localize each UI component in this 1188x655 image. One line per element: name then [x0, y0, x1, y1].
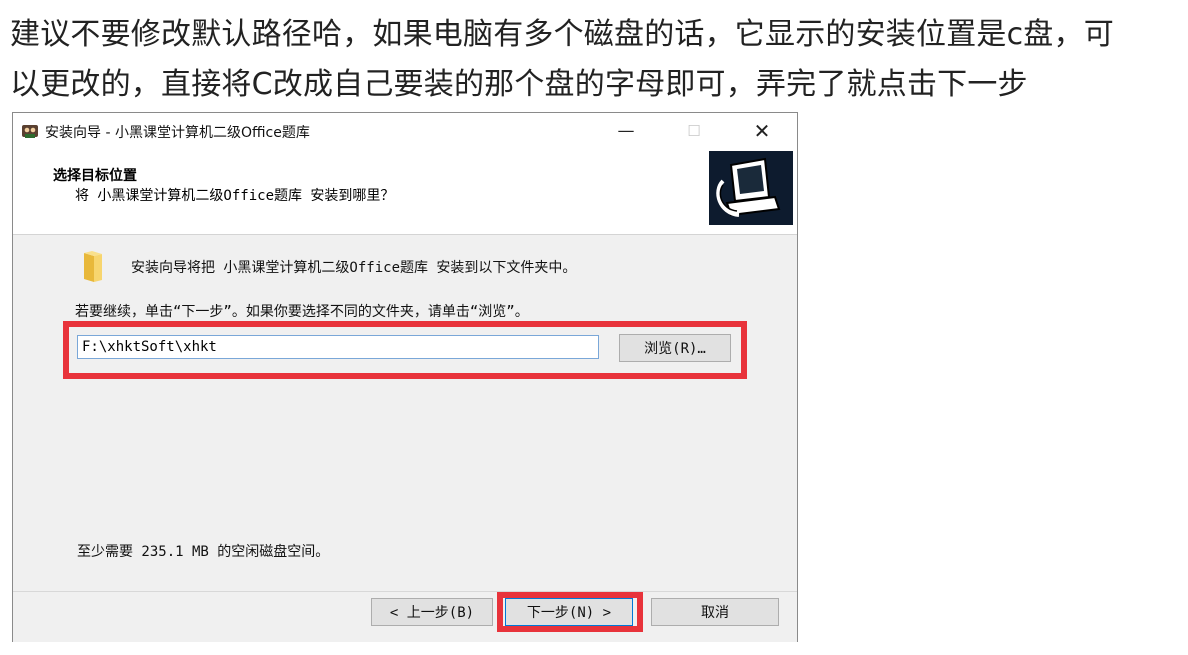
wizard-footer: < 上一步(B) 下一步(N) > 取消	[13, 591, 797, 642]
page-title: 选择目标位置	[53, 168, 137, 184]
title-bar[interactable]: 安装向导 - 小黑课堂计算机二级Office题库 — ☐ ✕	[13, 113, 797, 149]
next-button[interactable]: 下一步(N) >	[505, 598, 633, 626]
close-button[interactable]: ✕	[739, 113, 785, 149]
cancel-button[interactable]: 取消	[651, 598, 779, 626]
instruction-line-2: 以更改的，直接将C改成自己要装的那个盘的字母即可，弄完了就点击下一步	[10, 67, 1028, 102]
install-intro-text: 安装向导将把 小黑课堂计算机二级Office题库 安装到以下文件夹中。	[131, 260, 577, 276]
instruction-note: 建议不要修改默认路径哈，如果电脑有多个磁盘的话，它显示的安装位置是c盘，可 以更…	[10, 10, 1180, 110]
folder-icon	[81, 251, 105, 283]
wizard-header: 选择目标位置 将 小黑课堂计算机二级Office题库 安装到哪里？	[13, 149, 797, 235]
back-button[interactable]: < 上一步(B)	[371, 598, 493, 626]
maximize-button[interactable]: ☐	[671, 113, 717, 149]
continue-instruction: 若要继续，单击“下一步”。如果你要选择不同的文件夹，请单击“浏览”。	[75, 304, 529, 320]
window-title: 安装向导 - 小黑课堂计算机二级Office题库	[45, 125, 310, 141]
installer-dialog: 安装向导 - 小黑课堂计算机二级Office题库 — ☐ ✕ 选择目标位置 将 …	[12, 112, 798, 642]
install-path-input[interactable]	[77, 335, 599, 359]
browse-button[interactable]: 浏览(R)…	[619, 334, 731, 362]
disk-space-requirement: 至少需要 235.1 MB 的空闲磁盘空间。	[77, 544, 330, 560]
computer-install-icon	[709, 151, 793, 225]
instruction-line-1: 建议不要修改默认路径哈，如果电脑有多个磁盘的话，它显示的安装位置是c盘，可	[10, 17, 1114, 52]
wizard-body: 安装向导将把 小黑课堂计算机二级Office题库 安装到以下文件夹中。 若要继续…	[13, 235, 797, 591]
minimize-button[interactable]: —	[603, 113, 649, 149]
page-subtitle: 将 小黑课堂计算机二级Office题库 安装到哪里？	[75, 188, 395, 204]
installer-app-icon	[21, 122, 39, 140]
